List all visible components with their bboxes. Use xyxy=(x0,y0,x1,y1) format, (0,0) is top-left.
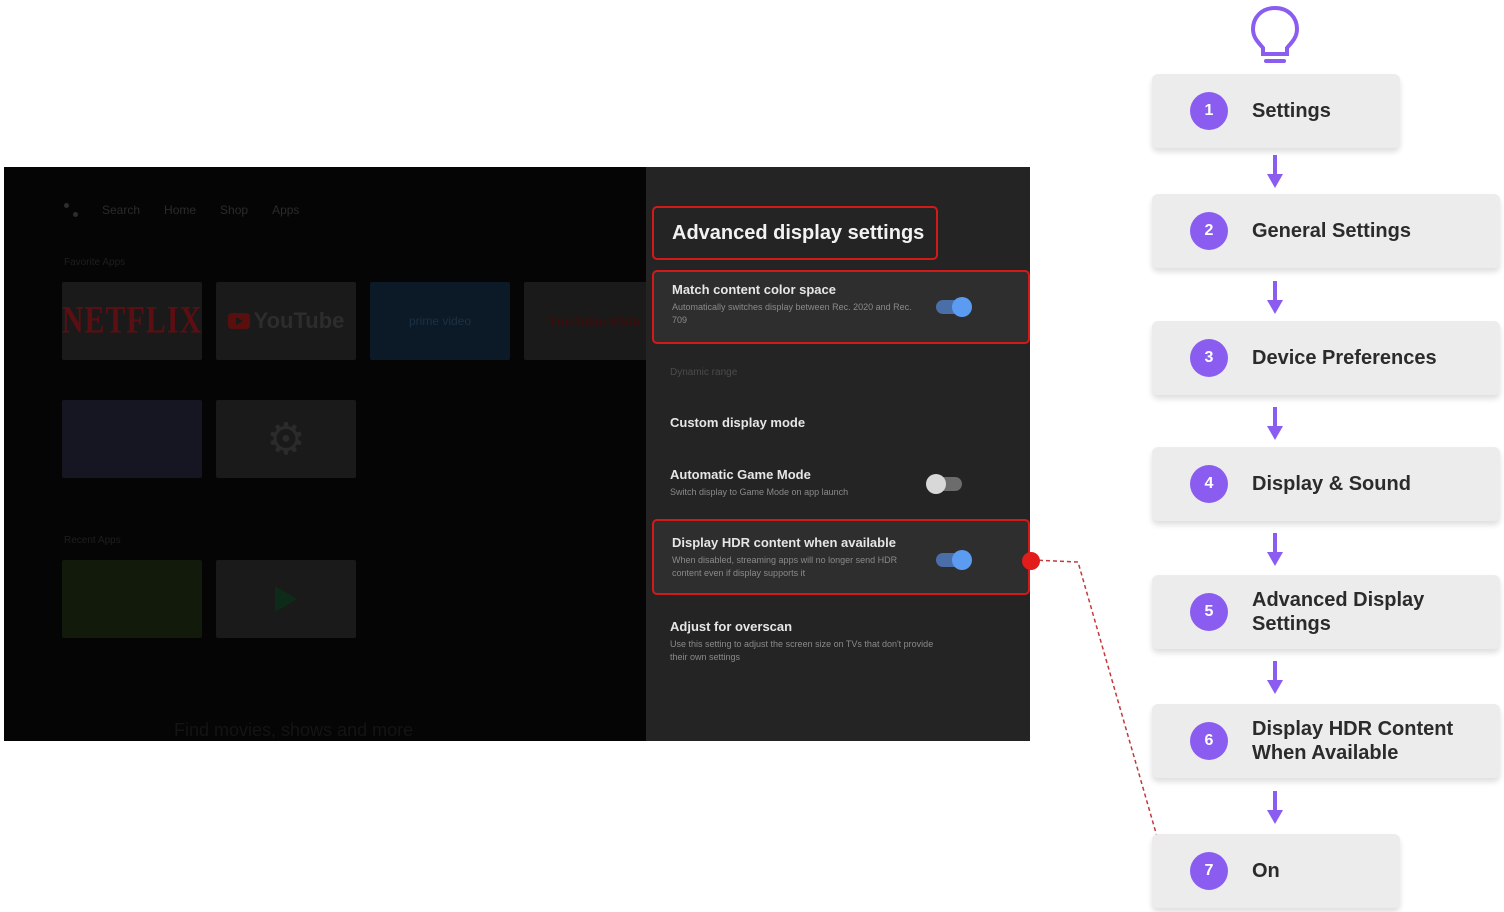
down-arrow-icon xyxy=(1267,533,1283,566)
setting-title: Match content color space xyxy=(672,282,836,297)
red-marker-dot xyxy=(1022,552,1040,570)
advanced-display-settings-panel: Advanced display settings Match content … xyxy=(646,167,1030,741)
assistant-icon[interactable] xyxy=(64,203,78,217)
nav-home[interactable]: Home xyxy=(164,203,196,217)
app-tile-play-store[interactable] xyxy=(216,560,356,638)
step-2: 2 General Settings xyxy=(1152,194,1500,268)
section-label-dynamic-range: Dynamic range xyxy=(670,367,738,378)
row-label-favorites: Favorite Apps xyxy=(64,257,126,268)
app-tile-netflix[interactable]: NETFLIX xyxy=(62,282,202,360)
step-number: 6 xyxy=(1190,722,1228,760)
step-number: 3 xyxy=(1190,339,1228,377)
step-number: 5 xyxy=(1190,593,1228,631)
down-arrow-icon xyxy=(1267,407,1283,440)
row-label-recent: Recent Apps xyxy=(64,535,121,546)
setting-automatic-game-mode[interactable]: Automatic Game Mode Switch display to Ga… xyxy=(652,467,1030,499)
step-number: 4 xyxy=(1190,465,1228,503)
netflix-logo: NETFLIX xyxy=(62,298,202,342)
step-number: 7 xyxy=(1190,852,1228,890)
youtube-play-icon xyxy=(227,313,250,329)
home-screen: Search Home Shop Apps Favorite Apps NETF… xyxy=(4,167,664,741)
step-label: Device Preferences xyxy=(1252,347,1437,369)
setting-adjust-overscan[interactable]: Adjust for overscan Use this setting to … xyxy=(652,619,1030,664)
down-arrow-icon xyxy=(1267,661,1283,694)
play-store-icon xyxy=(275,586,297,612)
app-tile-youtube[interactable]: YouTube xyxy=(216,282,356,360)
down-arrow-icon xyxy=(1267,155,1283,188)
setting-description: Switch display to Game Mode on app launc… xyxy=(670,487,849,497)
setting-title: Adjust for overscan xyxy=(670,619,793,634)
home-bottom-hint: Find movies, shows and more xyxy=(174,720,414,740)
step-label: Settings xyxy=(1252,100,1331,122)
step-5: 5 Advanced Display Settings xyxy=(1152,575,1500,649)
toggle-switch-off[interactable] xyxy=(926,474,962,494)
down-arrow-icon xyxy=(1267,791,1283,824)
nav-search[interactable]: Search xyxy=(102,203,140,217)
setting-description: When disabled, streaming apps will no lo… xyxy=(672,555,898,578)
toggle-switch-on[interactable] xyxy=(936,297,972,317)
lightbulb-icon xyxy=(1250,5,1300,63)
app-tile-settings[interactable]: ⚙ xyxy=(216,400,356,478)
setting-match-color-space[interactable]: Match content color space Automatically … xyxy=(652,270,1030,344)
app-tile-prime-video[interactable]: prime video xyxy=(370,282,510,360)
setting-custom-display-mode[interactable]: Custom display mode xyxy=(652,415,1030,430)
setting-title: Automatic Game Mode xyxy=(670,467,811,482)
top-nav: Search Home Shop Apps xyxy=(64,203,299,217)
youtube-wordmark: YouTube xyxy=(253,308,345,333)
step-6: 6 Display HDR Content When Available xyxy=(1152,704,1500,778)
app-tile-5[interactable] xyxy=(62,400,202,478)
setting-description: Use this setting to adjust the screen si… xyxy=(670,639,934,662)
step-label: On xyxy=(1252,860,1280,882)
step-label: General Settings xyxy=(1252,220,1411,242)
panel-title: Advanced display settings xyxy=(652,206,938,260)
step-7: 7 On xyxy=(1152,834,1400,908)
setting-title: Display HDR content when available xyxy=(672,535,896,550)
down-arrow-icon xyxy=(1267,281,1283,314)
step-number: 1 xyxy=(1190,92,1228,130)
app-tile-youtube-kids[interactable]: YouTube Kids xyxy=(524,282,664,360)
setting-display-hdr-content[interactable]: Display HDR content when available When … xyxy=(652,519,1030,595)
setting-title: Custom display mode xyxy=(670,415,806,430)
step-label: Advanced Display Settings xyxy=(1252,589,1425,635)
app-tile-7[interactable] xyxy=(62,560,202,638)
step-label: Display HDR Content When Available xyxy=(1252,718,1454,764)
toggle-switch-on[interactable] xyxy=(936,550,972,570)
step-label: Display & Sound xyxy=(1252,473,1411,495)
step-4: 4 Display & Sound xyxy=(1152,447,1500,521)
tv-screen: Search Home Shop Apps Favorite Apps NETF… xyxy=(4,167,1030,741)
nav-shop[interactable]: Shop xyxy=(220,203,248,217)
prime-video-logo: prime video xyxy=(408,314,472,328)
setting-description: Automatically switches display between R… xyxy=(672,302,912,325)
step-3: 3 Device Preferences xyxy=(1152,321,1500,395)
nav-apps[interactable]: Apps xyxy=(272,203,299,217)
step-number: 2 xyxy=(1190,212,1228,250)
youtube-logo: YouTube xyxy=(227,308,345,334)
youtube-kids-logo: YouTube Kids xyxy=(547,313,641,329)
gear-icon: ⚙ xyxy=(266,414,306,464)
step-1: 1 Settings xyxy=(1152,74,1400,148)
